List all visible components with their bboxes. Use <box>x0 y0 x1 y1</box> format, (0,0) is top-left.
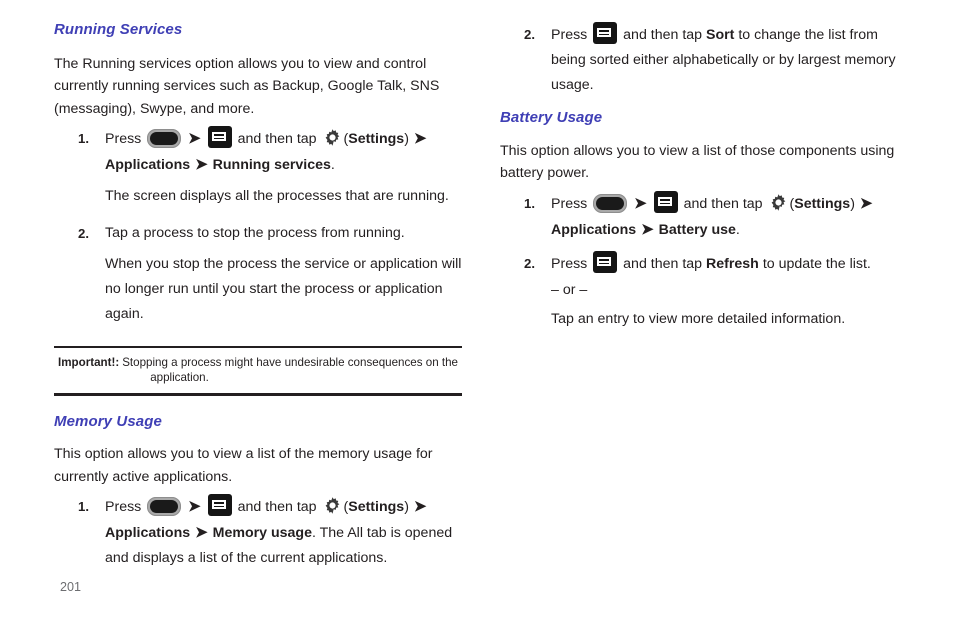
sort-label: Sort <box>706 27 735 43</box>
arrow-icon: ➤ <box>195 156 208 173</box>
right-column: 2. Press and then tap Sort to change the… <box>500 22 910 334</box>
arrow-icon: ➤ <box>634 194 647 212</box>
refresh-label: Refresh <box>706 255 759 272</box>
list-item: 1. Press ➤ and then tap (Settings) ➤ App… <box>500 190 910 243</box>
arrow-icon: ➤ <box>188 130 201 147</box>
heading-memory-usage: Memory Usage <box>54 412 162 430</box>
menu-key-icon <box>593 22 618 44</box>
step-number: 2. <box>78 226 89 241</box>
gear-icon <box>323 128 342 147</box>
memory-usage-steps: 1. Press ➤ and then tap (Settings) ➤ App… <box>54 494 464 571</box>
step-follow-up: When you stop the process the service or… <box>105 256 462 322</box>
settings-label: Settings <box>348 499 405 516</box>
list-item: 2. Tap a process to stop the process fro… <box>54 221 464 327</box>
and-then-tap-label: and then tap <box>623 255 703 272</box>
list-item: 2. Press and then tap Refresh to update … <box>500 250 910 332</box>
step-body: Press and then tap Sort to change the li… <box>551 22 896 93</box>
step-number: 1. <box>524 195 535 211</box>
step-body: Press ➤ and then tap (Settings) ➤ Applic… <box>105 494 452 566</box>
heading-running-services: Running Services <box>54 21 183 38</box>
arrow-icon: ➤ <box>413 498 427 516</box>
note-text: Stopping a process might have undesirabl… <box>119 355 458 385</box>
menu-key-icon <box>207 494 232 517</box>
running-services-steps: 1. Press ➤ and then tap (Settings) ➤ App… <box>54 126 464 327</box>
path-applications: Applications <box>105 525 191 542</box>
settings-paren-close: ) <box>404 499 409 516</box>
step-body: Press ➤ and then tap (Settings) ➤ Applic… <box>551 190 873 238</box>
press-label: Press <box>551 195 588 212</box>
arrow-icon: ➤ <box>195 524 208 542</box>
note-text-line1: Stopping a process might have undesirabl… <box>122 356 458 370</box>
arrow-icon: ➤ <box>859 194 873 212</box>
home-key-icon <box>593 193 628 213</box>
battery-usage-intro: This option allows you to view a list of… <box>500 142 895 182</box>
or-separator: – or – <box>551 281 588 298</box>
step-follow-up: The screen displays all the processes th… <box>105 188 449 204</box>
settings-paren-close: ) <box>404 131 409 147</box>
arrow-icon: ➤ <box>413 130 427 147</box>
page-number: 201 <box>60 580 82 594</box>
settings-paren-close: ) <box>850 195 855 212</box>
note-label: Important!: <box>58 356 120 370</box>
running-services-intro: The Running services option allows you t… <box>54 55 440 117</box>
step-number: 1. <box>78 499 89 515</box>
period: . <box>735 221 740 238</box>
press-label: Press <box>551 255 588 272</box>
settings-label: Settings <box>794 195 851 212</box>
step-number: 2. <box>524 27 535 42</box>
step-number: 2. <box>524 255 535 271</box>
step-tail: to update the list. <box>762 255 871 272</box>
settings-label: Settings <box>348 131 405 147</box>
press-label: Press <box>551 27 588 43</box>
home-key-icon <box>147 129 182 148</box>
path-battery-use: Battery use <box>658 221 736 238</box>
path-applications: Applications <box>551 221 637 238</box>
path-memory-usage: Memory usage <box>212 525 312 542</box>
note-body: Important!: Stopping a process might hav… <box>54 348 462 393</box>
heading-battery-usage: Battery Usage <box>500 109 603 126</box>
press-label: Press <box>105 499 142 516</box>
and-then-tap-label: and then tap <box>623 27 703 43</box>
menu-key-icon <box>653 190 678 213</box>
step-number: 1. <box>78 131 89 146</box>
and-then-tap-label: and then tap <box>237 499 317 516</box>
step-follow-up: Tap an entry to view more detailed infor… <box>551 310 846 327</box>
and-then-tap-label: and then tap <box>237 131 317 147</box>
period: . <box>330 157 335 173</box>
step-body: Press ➤ and then tap (Settings) ➤ Applic… <box>105 126 427 173</box>
step-body: Tap a process to stop the process from r… <box>105 225 405 241</box>
gear-icon <box>769 193 788 212</box>
list-item: 2. Press and then tap Sort to change the… <box>500 22 910 98</box>
menu-key-icon <box>593 250 618 273</box>
memory-usage-steps-continued: 2. Press and then tap Sort to change the… <box>500 22 910 98</box>
press-label: Press <box>105 131 142 147</box>
important-note: Important!: Stopping a process might hav… <box>54 346 462 396</box>
arrow-icon: ➤ <box>641 220 654 238</box>
home-key-icon <box>147 497 182 517</box>
battery-usage-steps: 1. Press ➤ and then tap (Settings) ➤ App… <box>500 190 910 332</box>
path-running-services: Running services <box>212 157 331 173</box>
note-text-line2: application. <box>150 371 209 385</box>
step-body: Press and then tap Refresh to update the… <box>551 250 871 273</box>
arrow-icon: ➤ <box>188 498 201 516</box>
gear-icon <box>323 496 342 515</box>
left-column: Running Services The Running services op… <box>54 21 464 573</box>
list-item: 1. Press ➤ and then tap (Settings) ➤ App… <box>54 494 464 571</box>
manual-page: Running Services The Running services op… <box>0 0 954 636</box>
memory-usage-intro: This option allows you to view a list of… <box>54 446 433 485</box>
list-item: 1. Press ➤ and then tap (Settings) ➤ App… <box>54 126 464 209</box>
path-applications: Applications <box>105 157 191 173</box>
and-then-tap-label: and then tap <box>683 195 763 212</box>
menu-key-icon <box>207 126 232 148</box>
